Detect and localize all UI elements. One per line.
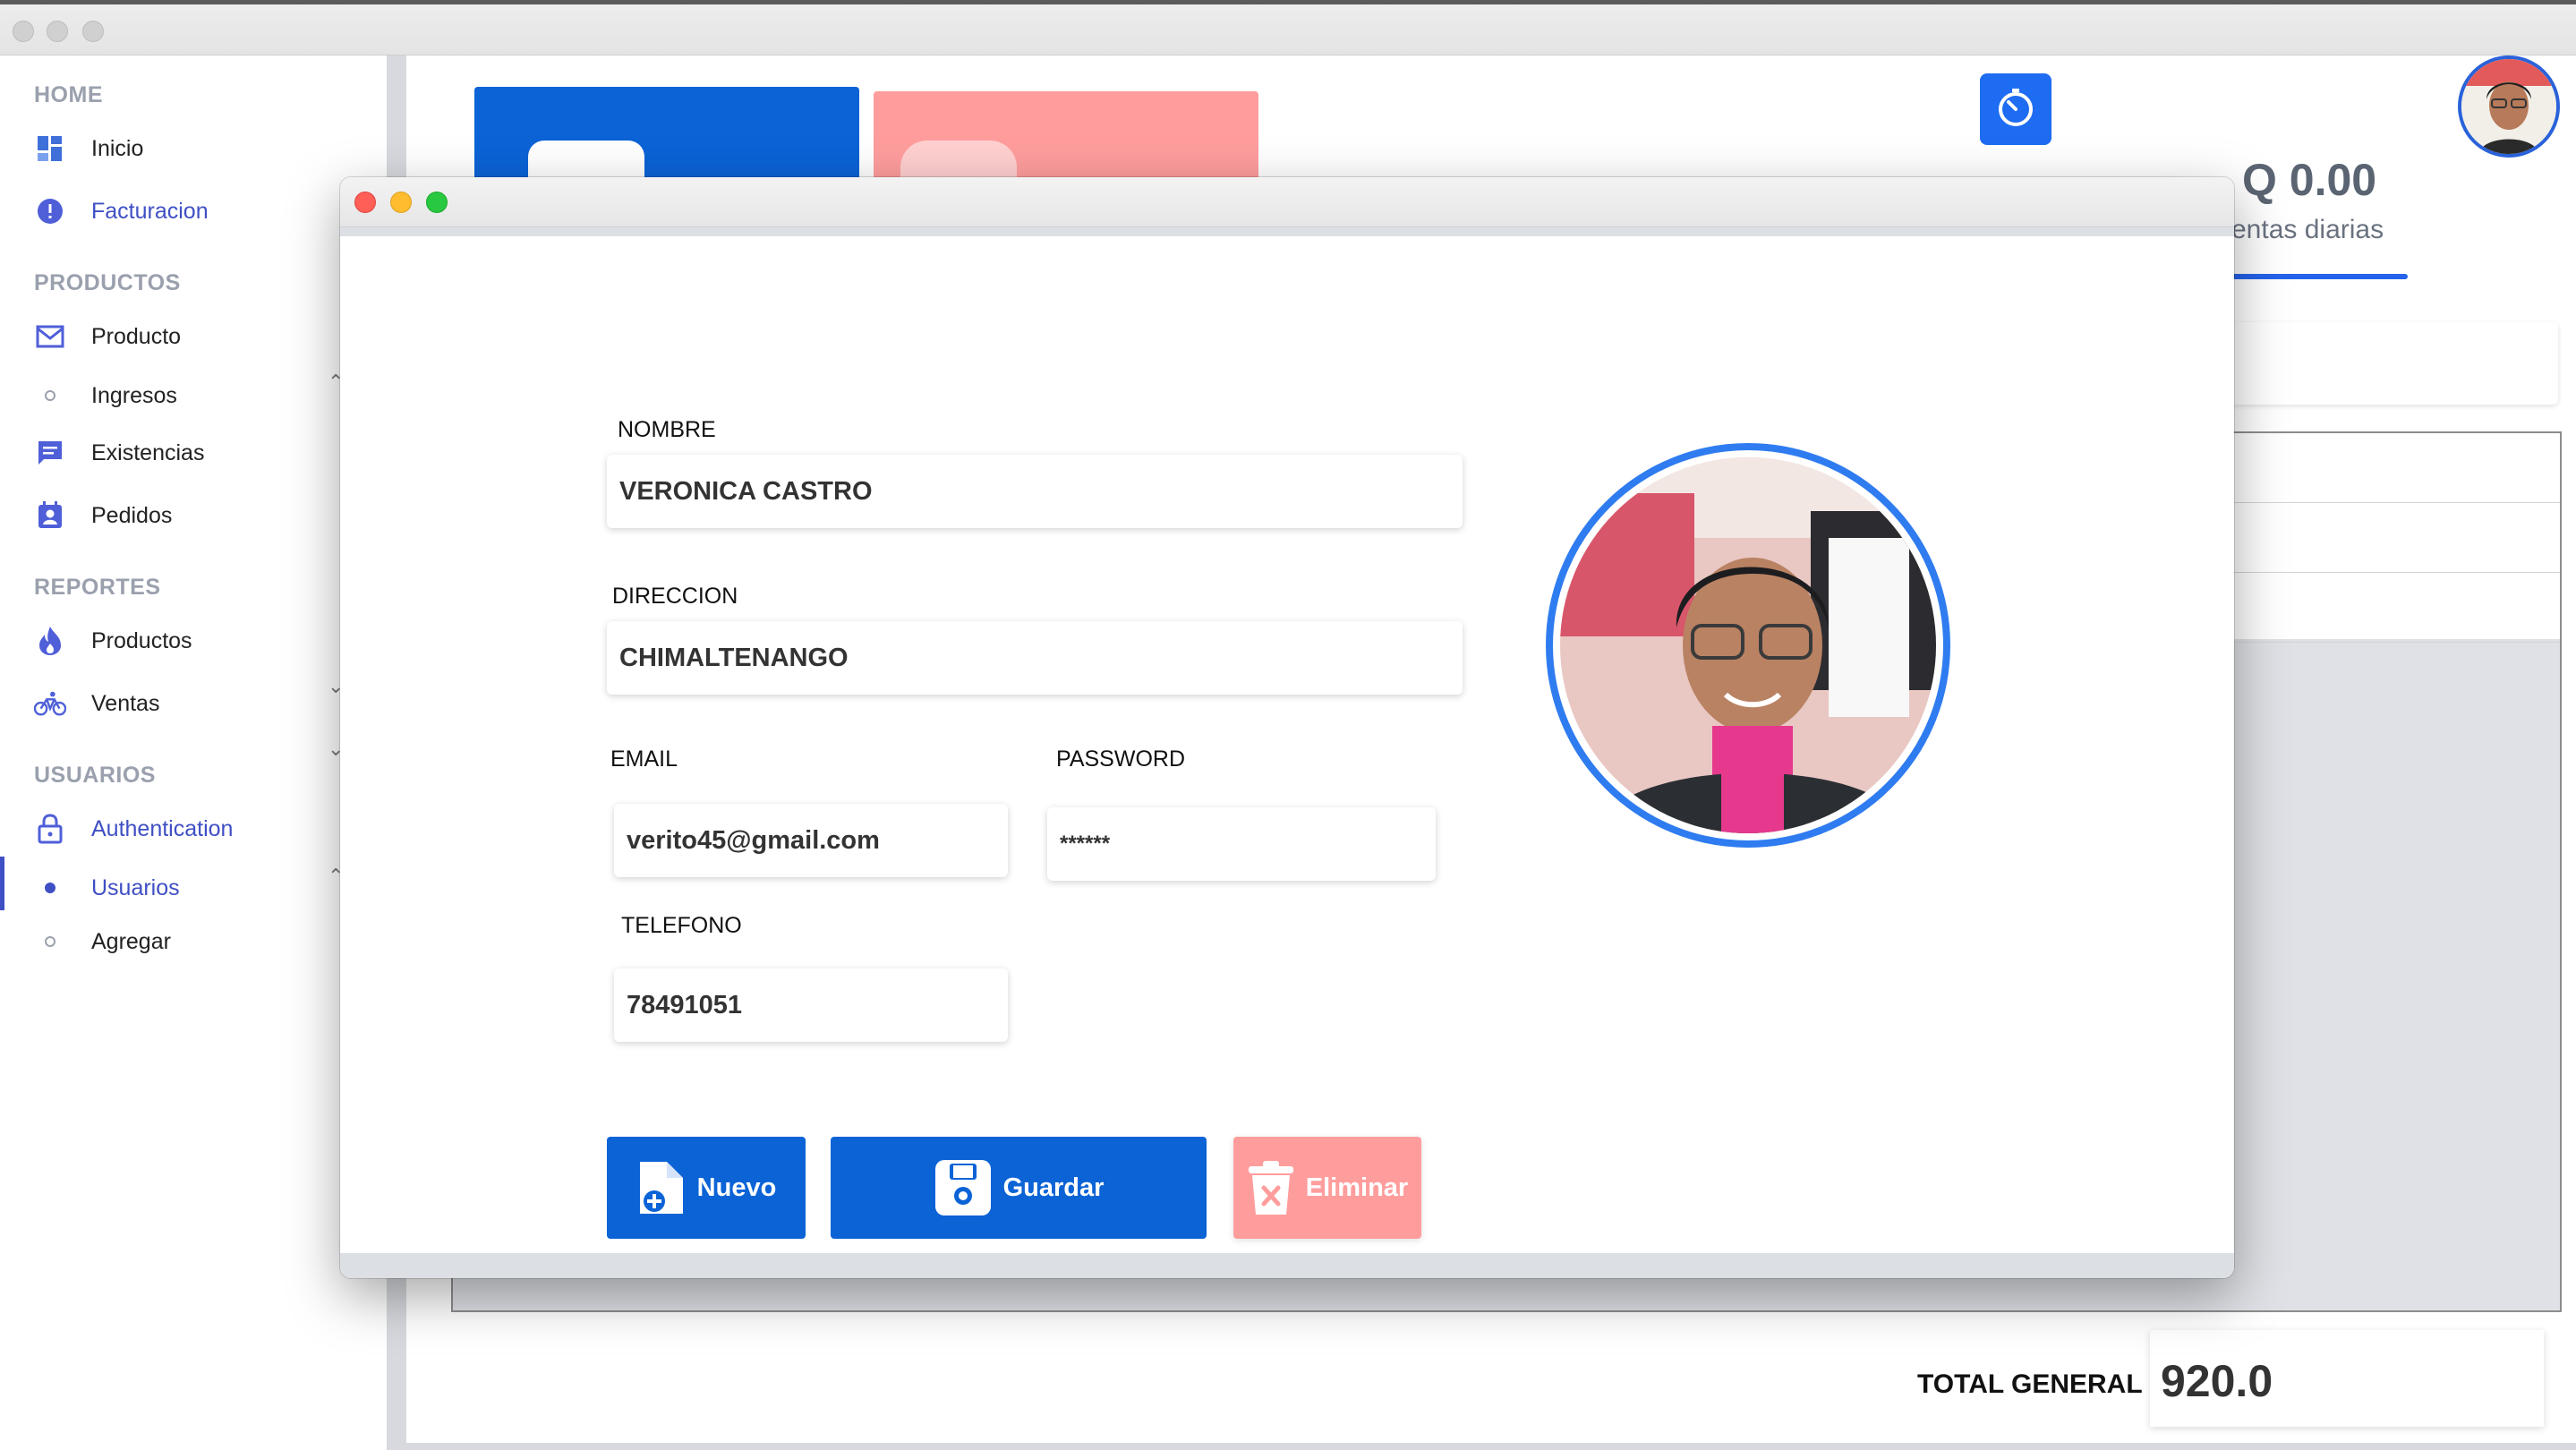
dialog-zoom-button[interactable] [426, 192, 448, 213]
section-home-title: HOME [34, 82, 103, 107]
sidebar-item-label: Existencias [91, 439, 205, 465]
bike-icon [34, 687, 66, 720]
sidebar-item-producto[interactable]: Producto [34, 315, 181, 358]
nombre-label: NOMBRE [618, 417, 716, 442]
trash-icon [1247, 1159, 1295, 1216]
circle-icon [45, 936, 55, 947]
direccion-field[interactable]: CHIMALTENANGO [607, 621, 1463, 695]
sidebar-item-usuarios[interactable]: Usuarios [34, 866, 180, 909]
dot-icon [45, 883, 55, 893]
contact-icon [34, 499, 66, 532]
timer-button[interactable] [1980, 73, 2051, 145]
sidebar-item-existencias[interactable]: Existencias [34, 431, 204, 474]
fire-icon [34, 625, 66, 657]
timer-icon [1994, 86, 2037, 133]
avatar[interactable] [2458, 55, 2560, 158]
sidebar-item-label: Pedidos [91, 502, 173, 528]
save-icon [934, 1158, 993, 1217]
sidebar-item-ventas[interactable]: Ventas [34, 682, 159, 725]
sidebar-item-label: Ventas [91, 690, 160, 716]
daily-sales-amount: Q 0.00 [2242, 155, 2377, 205]
new-file-icon [636, 1158, 687, 1217]
eliminar-label: Eliminar [1305, 1173, 1409, 1202]
horizontal-scrollbar[interactable] [406, 1443, 2576, 1450]
mail-icon [34, 320, 66, 353]
dialog-minimize-button[interactable] [390, 192, 412, 213]
sidebar-item-label: Agregar [91, 928, 171, 954]
info-card [2229, 322, 2558, 405]
user-dialog: NOMBRE VERONICA CASTRO DIRECCION CHIMALT… [340, 177, 2234, 1278]
sidebar-item-ingresos[interactable]: Ingresos [34, 374, 177, 417]
password-label: PASSWORD [1056, 746, 1185, 772]
window-zoom-button[interactable] [82, 21, 104, 42]
daily-sales-underline [2220, 274, 2408, 279]
email-label: EMAIL [610, 746, 678, 772]
circle-icon [45, 390, 55, 401]
guardar-label: Guardar [1002, 1173, 1105, 1202]
sidebar-item-label: Facturacion [91, 198, 209, 224]
section-reportes-title: REPORTES [34, 575, 161, 600]
lock-icon [34, 813, 66, 845]
daily-sales-label: entas diarias [2231, 215, 2384, 244]
sidebar-item-label: Productos [91, 627, 192, 653]
summary-card-pink[interactable] [874, 91, 1258, 194]
telefono-field[interactable]: 78491051 [614, 968, 1008, 1042]
sidebar-item-label: Ingresos [91, 382, 177, 408]
alert-icon [34, 195, 66, 227]
message-icon [34, 437, 66, 469]
total-general-value: 920.0 [2161, 1356, 2273, 1406]
email-field[interactable]: verito45@gmail.com [614, 804, 1008, 877]
eliminar-button[interactable]: Eliminar [1233, 1137, 1421, 1239]
sidebar-item-label: Producto [91, 323, 182, 349]
window-minimize-button[interactable] [47, 21, 68, 42]
sidebar-item-inicio[interactable]: Inicio [34, 127, 143, 170]
sidebar: HOME Inicio Facturacion PRODUCTOS Produc… [0, 55, 387, 1450]
sidebar-item-label: Usuarios [91, 874, 180, 900]
sidebar-item-label: Authentication [91, 815, 234, 841]
active-indicator [0, 857, 4, 910]
password-field[interactable]: ****** [1047, 807, 1436, 881]
sidebar-item-pedidos[interactable]: Pedidos [34, 494, 172, 537]
sidebar-item-agregar[interactable]: Agregar [34, 920, 171, 963]
guardar-button[interactable]: Guardar [831, 1137, 1207, 1239]
user-photo [1560, 457, 1936, 833]
dialog-close-button[interactable] [354, 192, 376, 213]
direccion-label: DIRECCION [612, 584, 738, 609]
sidebar-item-productos-report[interactable]: Productos [34, 619, 192, 662]
dialog-divider [340, 227, 2234, 236]
nombre-field[interactable]: VERONICA CASTRO [607, 455, 1463, 528]
sidebar-item-authentication[interactable]: Authentication [34, 807, 233, 850]
section-usuarios-title: USUARIOS [34, 763, 156, 788]
total-general-label: TOTAL GENERAL [1917, 1369, 2143, 1399]
section-productos-title: PRODUCTOS [34, 270, 181, 295]
nuevo-button[interactable]: Nuevo [607, 1137, 806, 1239]
telefono-label: TELEFONO [621, 913, 742, 938]
app-titlebar [0, 0, 2576, 55]
dialog-titlebar [340, 177, 2234, 227]
nuevo-label: Nuevo [696, 1173, 777, 1202]
dialog-footer-strip [340, 1253, 2234, 1278]
sidebar-item-facturacion[interactable]: Facturacion [34, 190, 209, 233]
dashboard-icon [34, 132, 66, 165]
sidebar-item-label: Inicio [91, 135, 144, 161]
window-close-button[interactable] [13, 21, 34, 42]
user-photo-frame[interactable] [1546, 443, 1950, 848]
